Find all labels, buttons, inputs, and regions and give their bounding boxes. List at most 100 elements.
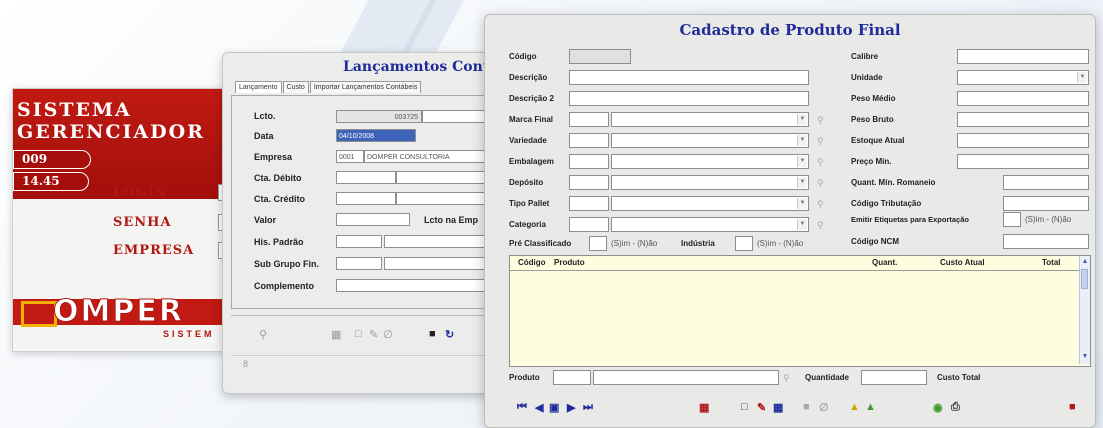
empresa-code-field[interactable]: 0001 — [336, 150, 364, 163]
previous-record-icon[interactable]: ◀ — [535, 401, 543, 414]
pre-classificado-field[interactable] — [589, 236, 607, 251]
grid-col-quant[interactable]: Quant. — [872, 258, 897, 267]
search-icon[interactable]: ⚲ — [783, 373, 793, 383]
search-icon[interactable]: ⚲ — [817, 220, 827, 230]
chevron-down-icon[interactable]: ▼ — [1077, 72, 1087, 83]
estoque-atual-field[interactable] — [957, 133, 1089, 148]
categoria-code-field[interactable] — [569, 217, 609, 232]
deposito-select[interactable]: ▼ — [611, 175, 809, 190]
his-padrao-desc-field[interactable] — [384, 235, 493, 248]
edit-icon[interactable]: ✎ — [757, 401, 766, 414]
chevron-down-icon[interactable]: ▼ — [797, 156, 807, 167]
tipo-pallet-code-field[interactable] — [569, 196, 609, 211]
save-icon[interactable]: ■ — [429, 328, 436, 340]
complemento-field[interactable] — [336, 279, 493, 292]
cta-debito-field[interactable] — [336, 171, 396, 184]
copy-icon[interactable]: ▦ — [773, 401, 783, 414]
valor-field[interactable] — [336, 213, 410, 226]
quant-min-field[interactable] — [1003, 175, 1089, 190]
industria-label: Indústria — [681, 239, 715, 248]
search-icon[interactable]: ⚲ — [817, 178, 827, 188]
valor-label: Valor — [254, 215, 277, 225]
codigo-tributacao-field[interactable] — [1003, 196, 1089, 211]
empresa-name-field[interactable]: DOMPER CONSULTORIA — [364, 150, 493, 163]
marca-final-code-field[interactable] — [569, 112, 609, 127]
tab-lancamento[interactable]: Lançamento — [235, 81, 282, 93]
variedade-code-field[interactable] — [569, 133, 609, 148]
import-icon[interactable]: ▲ — [849, 401, 860, 413]
produto-code-field[interactable] — [553, 370, 591, 385]
his-padrao-field[interactable] — [336, 235, 382, 248]
industria-field[interactable] — [735, 236, 753, 251]
data-field[interactable]: 04/10/2008 — [336, 129, 416, 142]
search-icon[interactable]: ⚲ — [817, 157, 827, 167]
first-record-icon[interactable]: ⏮ — [517, 401, 527, 414]
categoria-select[interactable]: ▼ — [611, 217, 809, 232]
unidade-select[interactable]: ▼ — [957, 70, 1089, 85]
tab-importar[interactable]: Importar Lançamentos Contábeis — [309, 81, 422, 93]
grid-scrollbar[interactable]: ▲ ▼ — [1079, 256, 1090, 364]
grid-col-produto[interactable]: Produto — [554, 258, 585, 267]
marca-final-select[interactable]: ▼ — [611, 112, 809, 127]
print-icon[interactable]: ⎙ — [951, 401, 960, 414]
produto-desc-field[interactable] — [593, 370, 779, 385]
delete-icon[interactable]: ▦ — [699, 401, 709, 414]
new-icon[interactable]: □ — [355, 328, 362, 340]
cta-credito-desc-field[interactable] — [396, 192, 493, 205]
grid-col-custo-atual[interactable]: Custo Atual — [940, 258, 985, 267]
cancel-icon[interactable]: ∅ — [383, 328, 393, 341]
calibre-field[interactable] — [957, 49, 1089, 64]
sub-grupo-field[interactable] — [336, 257, 382, 270]
search-icon[interactable]: ⚲ — [817, 115, 827, 125]
search-records-icon[interactable]: ▣ — [549, 401, 559, 414]
exit-icon[interactable]: ■ — [1069, 401, 1076, 413]
codigo-field[interactable] — [569, 49, 631, 64]
sub-grupo-desc-field[interactable] — [384, 257, 493, 270]
deposito-code-field[interactable] — [569, 175, 609, 190]
search-icon[interactable]: ⚲ — [817, 199, 827, 209]
cta-credito-field[interactable] — [336, 192, 396, 205]
delete-icon[interactable]: ▦ — [331, 328, 341, 341]
embalagem-label: Embalagem — [509, 157, 554, 166]
grid-col-codigo[interactable]: Código — [518, 258, 546, 267]
chevron-down-icon[interactable]: ▼ — [797, 177, 807, 188]
export-icon[interactable]: ▲ — [865, 401, 876, 413]
chevron-down-icon[interactable]: ▼ — [797, 198, 807, 209]
peso-medio-field[interactable] — [957, 91, 1089, 106]
embalagem-code-field[interactable] — [569, 154, 609, 169]
grid-col-total[interactable]: Total — [1042, 258, 1061, 267]
scroll-thumb[interactable] — [1081, 269, 1088, 289]
variedade-select[interactable]: ▼ — [611, 133, 809, 148]
refresh-icon[interactable]: ↻ — [445, 328, 454, 341]
codigo-ncm-field[interactable] — [1003, 234, 1089, 249]
chevron-down-icon[interactable]: ▼ — [797, 219, 807, 230]
save-icon[interactable]: ■ — [803, 401, 810, 413]
peso-bruto-field[interactable] — [957, 112, 1089, 127]
emitir-etiquetas-field[interactable] — [1003, 212, 1021, 227]
lancamentos-window: Lançamentos Contáb Lançamento Custo Impo… — [222, 52, 494, 394]
scroll-up-icon[interactable]: ▲ — [1080, 257, 1090, 267]
preco-min-field[interactable] — [957, 154, 1089, 169]
next-record-icon[interactable]: ▶ — [567, 401, 575, 414]
embalagem-select[interactable]: ▼ — [611, 154, 809, 169]
lancamentos-tabs: Lançamento Custo Importar Lançamentos Co… — [235, 81, 422, 93]
search-icon[interactable]: ⚲ — [259, 328, 267, 341]
descricao-field[interactable] — [569, 70, 809, 85]
chevron-down-icon[interactable]: ▼ — [797, 114, 807, 125]
descricao2-field[interactable] — [569, 91, 809, 106]
last-record-icon[interactable]: ⏭ — [583, 401, 593, 414]
search-icon[interactable]: ⚲ — [817, 136, 827, 146]
chevron-down-icon[interactable]: ▼ — [797, 135, 807, 146]
report-icon[interactable]: ◉ — [933, 401, 943, 414]
produto-grid[interactable]: Código Produto Quant. Custo Atual Total … — [509, 255, 1091, 367]
lcto-field[interactable]: 003725 — [336, 110, 422, 123]
tipo-pallet-select[interactable]: ▼ — [611, 196, 809, 211]
scroll-down-icon[interactable]: ▼ — [1080, 352, 1090, 362]
cancel-icon[interactable]: ∅ — [819, 401, 829, 414]
tab-custo[interactable]: Custo — [282, 81, 309, 93]
edit-icon[interactable]: ✎ — [369, 328, 378, 341]
logo-subtitle: SISTEM — [163, 329, 215, 339]
cta-debito-desc-field[interactable] — [396, 171, 493, 184]
quantidade-field[interactable] — [861, 370, 927, 385]
new-icon[interactable]: □ — [741, 401, 748, 413]
